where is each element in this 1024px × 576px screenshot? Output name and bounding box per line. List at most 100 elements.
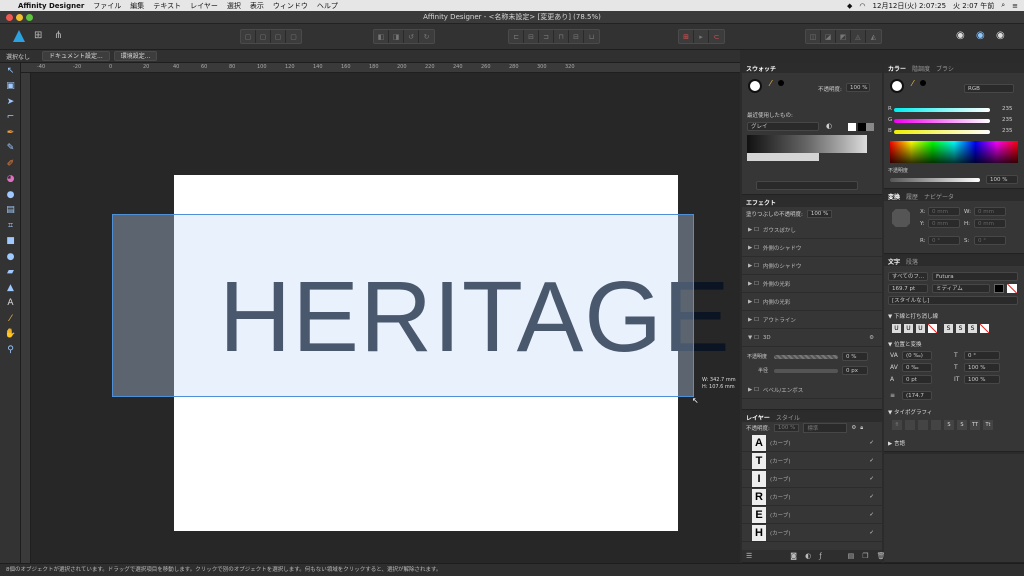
tab-effects[interactable]: エフェクト (746, 198, 776, 207)
underline-section[interactable]: ▼ 下線と打ち消し線 (888, 312, 938, 320)
menu-window[interactable]: ウィンドウ (273, 1, 308, 11)
fill-opacity-field[interactable]: 100 % (806, 210, 833, 218)
gear-icon[interactable]: ⚙ (851, 425, 856, 431)
swatch-opacity-field[interactable]: 100 % (846, 83, 870, 92)
gear-icon[interactable]: ⚙ (869, 335, 874, 341)
rounded-rect-tool-icon[interactable]: ▰ (0, 265, 21, 281)
italic-field[interactable]: 0 ° (964, 351, 1000, 360)
node-tool-icon[interactable]: ➤ (0, 94, 21, 110)
pencil-tool-icon[interactable]: ✎ (0, 141, 21, 157)
color-stroke-well[interactable] (920, 80, 926, 86)
fx-icon[interactable]: ƒ (819, 552, 821, 560)
small-caps-button[interactable]: Tt (983, 420, 993, 430)
align-middle-icon[interactable]: ⊟ (569, 30, 584, 43)
tab-layers[interactable]: レイヤー (746, 413, 770, 422)
3d-opacity-slider[interactable] (774, 355, 838, 359)
text-stroke-well[interactable] (1007, 284, 1017, 293)
mask-icon[interactable]: ◙ (790, 552, 797, 560)
snapping-icon[interactable]: ⊞ (679, 30, 694, 43)
shear-field[interactable]: 0 ° (974, 236, 1006, 245)
effect-3d[interactable]: ▼ ☐ 3D ⚙ (742, 329, 882, 347)
text-color-well[interactable] (994, 284, 1004, 293)
flip-h-icon[interactable]: ◧ (374, 30, 389, 43)
move-top-icon[interactable]: ▢ (271, 30, 286, 43)
palette-select[interactable]: グレイ (747, 122, 819, 131)
divide-icon[interactable]: ◭ (866, 30, 881, 43)
fill-color-well[interactable] (748, 79, 762, 93)
position-section[interactable]: ▼ 位置と変換 (888, 340, 922, 348)
search-icon[interactable]: ⌕ (1001, 1, 1005, 10)
tab-styles[interactable]: スタイル (776, 413, 800, 422)
font-weight-select[interactable]: ミディアム (932, 284, 990, 293)
y-field[interactable]: 0 mm (928, 219, 960, 228)
clock-secondary[interactable]: 火 2:07 午前 (953, 1, 994, 11)
visibility-check[interactable]: ✓ (869, 440, 874, 446)
dropbox-icon[interactable]: ◆ (847, 2, 852, 10)
color-fill-well[interactable] (890, 79, 904, 93)
swatch-search[interactable] (756, 181, 858, 190)
ligature-button[interactable]: fi (892, 420, 902, 430)
visibility-check[interactable]: ✓ (869, 494, 874, 500)
duplicate-icon[interactable]: ❐ (862, 552, 868, 560)
subscript-button[interactable]: S (957, 420, 967, 430)
hand-tool-icon[interactable]: ✋ (0, 327, 21, 343)
color-eyedropper-icon[interactable]: ⁄ (912, 79, 913, 88)
brush-tool-icon[interactable]: ✐ (0, 156, 21, 172)
underline-color-button[interactable]: U (916, 324, 925, 333)
strike-color-well[interactable] (980, 324, 989, 333)
tab-transform[interactable]: 変換 (888, 192, 900, 201)
layer-opacity-field[interactable]: 100 % (773, 424, 800, 432)
gray-swatch-grid[interactable] (747, 135, 867, 153)
magnet-icon[interactable]: ⊂ (709, 30, 724, 43)
color-spectrum[interactable] (890, 141, 1018, 163)
menu-list-icon[interactable]: ≡ (1012, 2, 1018, 10)
menu-file[interactable]: ファイル (93, 1, 121, 11)
double-strike-button[interactable]: S (956, 324, 965, 333)
strike-color-button[interactable]: S (968, 324, 977, 333)
move-back-icon[interactable]: ▢ (241, 30, 256, 43)
tab-color[interactable]: カラー (888, 64, 906, 73)
artboard-tool-icon[interactable]: ▣ (0, 79, 21, 95)
baseline-field[interactable]: 0 pt (902, 375, 932, 384)
preferences-button[interactable]: 環境設定... (113, 51, 158, 61)
font-family-select[interactable]: Futura (932, 272, 1018, 281)
swatch-black[interactable] (858, 123, 866, 131)
tab-character[interactable]: 文字 (888, 257, 900, 266)
tab-swatches[interactable]: スウォッチ (746, 64, 776, 73)
all-caps-button[interactable]: TT (970, 420, 980, 430)
color-opacity-field[interactable]: 100 % (986, 175, 1018, 184)
align-center-icon[interactable]: ⊟ (524, 30, 539, 43)
language-section[interactable]: ▶ 言語 (888, 439, 905, 447)
strikethrough-button[interactable]: S (944, 324, 953, 333)
snap-options-icon[interactable]: ▸ (694, 30, 709, 43)
layer-row[interactable]: H (カーブ) ✓ (742, 524, 882, 542)
transparency-tool-icon[interactable]: ● (0, 187, 21, 203)
typo-button[interactable] (905, 420, 915, 430)
move-tool-icon[interactable]: ↖ (0, 63, 21, 79)
font-size-field[interactable]: 169.7 pt (888, 284, 928, 293)
effect-inner-shadow[interactable]: ▶ ☐ 内側のシャドウ (742, 257, 882, 275)
g-slider[interactable] (894, 119, 990, 123)
adjustment-icon[interactable]: ◐ (805, 552, 811, 560)
menu-select[interactable]: 選択 (227, 1, 241, 11)
visibility-check[interactable]: ✓ (869, 458, 874, 464)
add-layer-icon[interactable]: ▤ (848, 552, 855, 560)
rotate-right-icon[interactable]: ↻ (419, 30, 434, 43)
menu-help[interactable]: ヘルプ (317, 1, 338, 11)
layer-row[interactable]: R (カーブ) ✓ (742, 488, 882, 506)
flip-v-icon[interactable]: ◨ (389, 30, 404, 43)
menu-edit[interactable]: 編集 (130, 1, 144, 11)
font-collection-select[interactable]: すべてのフ... (888, 272, 928, 281)
typo-button[interactable] (931, 420, 941, 430)
rotation-field[interactable]: 0 ° (928, 236, 960, 245)
layer-row[interactable]: I (カーブ) ✓ (742, 470, 882, 488)
r-slider[interactable] (894, 108, 990, 112)
align-right-icon[interactable]: ⊐ (539, 30, 554, 43)
vscale-field[interactable]: 100 % (964, 375, 1000, 384)
visibility-check[interactable]: ✓ (869, 512, 874, 518)
superscript-button[interactable]: S (944, 420, 954, 430)
pen-tool-icon[interactable]: ✒ (0, 125, 21, 141)
double-underline-button[interactable]: U (904, 324, 913, 333)
gray-swatch-row[interactable] (747, 153, 819, 161)
effect-inner-glow[interactable]: ▶ ☐ 内側の光彩 (742, 293, 882, 311)
